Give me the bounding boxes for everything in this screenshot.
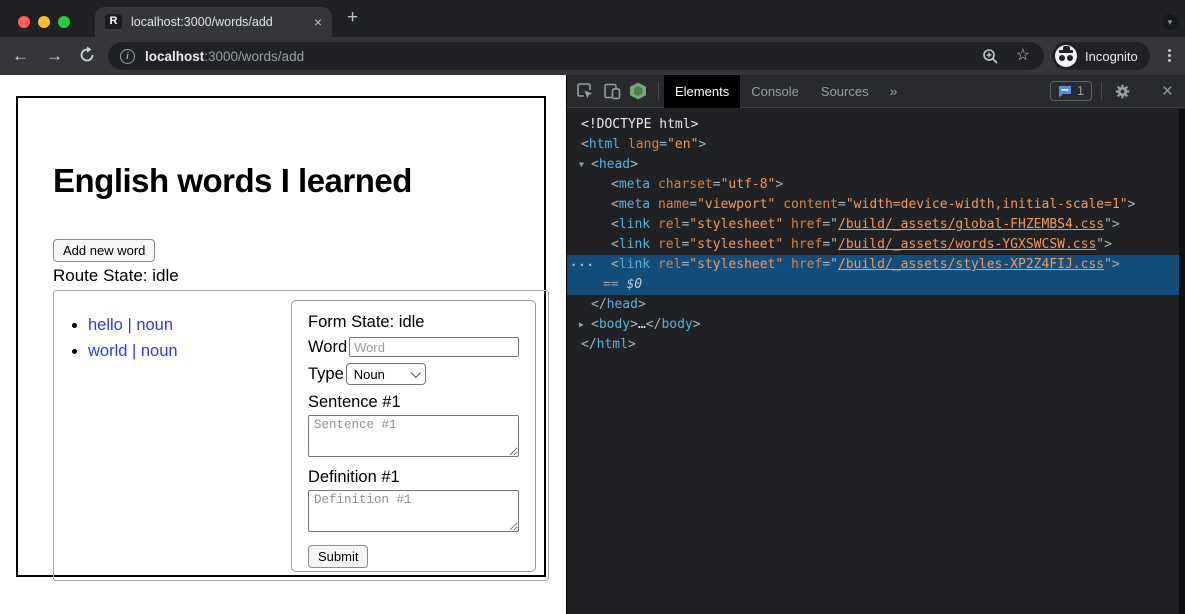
word-input[interactable] bbox=[349, 337, 519, 357]
zoom-icon[interactable] bbox=[982, 48, 999, 65]
message-bubble-icon bbox=[1058, 85, 1072, 98]
tab-close-icon[interactable]: × bbox=[314, 14, 322, 30]
refresh-button[interactable] bbox=[78, 46, 96, 69]
url-path: :3000/words/add bbox=[204, 49, 304, 64]
tab-sources[interactable]: Sources bbox=[810, 75, 880, 108]
address-bar[interactable]: i localhost:3000/words/add ☆ bbox=[108, 42, 1044, 70]
dom-line[interactable]: ▶<body>…</body> bbox=[567, 315, 1185, 335]
route-state-text: Route State: idle bbox=[53, 266, 179, 286]
tab-console[interactable]: Console bbox=[740, 75, 810, 108]
add-word-form: Form State: idle Word Type Noun Sentence… bbox=[291, 300, 536, 572]
dom-line[interactable]: <link rel="stylesheet" href="/build/_ass… bbox=[567, 215, 1185, 235]
window-zoom-button[interactable] bbox=[58, 16, 70, 28]
page-info-icon[interactable]: i bbox=[120, 49, 135, 64]
dom-line[interactable]: <link rel="stylesheet" href="/build/_ass… bbox=[567, 235, 1185, 255]
window-controls bbox=[18, 16, 70, 28]
incognito-badge: Incognito bbox=[1052, 42, 1150, 70]
submit-button[interactable]: Submit bbox=[308, 545, 368, 568]
definition-textarea[interactable] bbox=[308, 490, 519, 532]
devtools-scrollbar[interactable] bbox=[1179, 109, 1185, 614]
dom-tree: <!DOCTYPE html><html lang="en">▼<head><m… bbox=[567, 109, 1185, 614]
new-tab-button[interactable]: + bbox=[347, 8, 358, 28]
browser-tab[interactable]: R localhost:3000/words/add × bbox=[95, 7, 332, 37]
settings-gear-icon[interactable] bbox=[1114, 83, 1131, 100]
word-list: hello | noun world | noun bbox=[68, 312, 178, 364]
window-minimize-button[interactable] bbox=[38, 16, 50, 28]
bookmark-star-icon[interactable]: ☆ bbox=[1016, 48, 1030, 64]
chevron-down-icon bbox=[411, 368, 421, 378]
url-text[interactable]: localhost:3000/words/add bbox=[145, 49, 304, 64]
web-page: English words I learned Add new word Rou… bbox=[0, 75, 566, 614]
type-select-value: Noun bbox=[354, 367, 385, 382]
tab-strip: R localhost:3000/words/add × + ▾ bbox=[0, 0, 1185, 37]
dom-line[interactable]: </head> bbox=[567, 295, 1185, 315]
remix-favicon-icon: R bbox=[105, 14, 122, 31]
vue-devtools-extension-icon[interactable] bbox=[630, 83, 646, 100]
page-title: English words I learned bbox=[53, 162, 412, 200]
inspect-element-icon[interactable] bbox=[576, 82, 594, 100]
device-toolbar-icon[interactable] bbox=[603, 82, 621, 100]
type-select[interactable]: Noun bbox=[346, 363, 426, 385]
expand-arrow-icon[interactable]: ▼ bbox=[579, 155, 584, 175]
definition-label: Definition #1 bbox=[308, 468, 519, 487]
tab-elements[interactable]: Elements bbox=[664, 75, 740, 108]
browser-menu-icon[interactable] bbox=[1168, 49, 1171, 52]
sentence-textarea[interactable] bbox=[308, 415, 519, 457]
toolbar-divider bbox=[1101, 82, 1102, 100]
tab-search-button[interactable]: ▾ bbox=[1162, 14, 1178, 30]
incognito-label: Incognito bbox=[1085, 49, 1138, 64]
issues-badge[interactable]: 1 bbox=[1050, 81, 1092, 101]
dom-line[interactable]: <meta charset="utf-8"> bbox=[567, 175, 1185, 195]
devtools-panel: Elements Console Sources » 1 bbox=[566, 75, 1185, 614]
toolbar-divider bbox=[658, 82, 659, 100]
expand-arrow-icon[interactable]: ▶ bbox=[579, 315, 584, 335]
issues-count: 1 bbox=[1077, 84, 1084, 98]
dom-line[interactable]: <html lang="en"> bbox=[567, 135, 1185, 155]
devtools-toolbar: Elements Console Sources » 1 bbox=[567, 75, 1185, 108]
more-actions-icon[interactable]: ··· bbox=[570, 255, 595, 275]
incognito-spy-icon bbox=[1055, 45, 1077, 67]
dom-line[interactable]: == $0 bbox=[567, 275, 1185, 295]
form-state-text: Form State: idle bbox=[308, 312, 519, 333]
word-list-item: hello | noun bbox=[88, 312, 178, 338]
url-host: localhost bbox=[145, 49, 204, 64]
window-close-button[interactable] bbox=[18, 16, 30, 28]
word-link[interactable]: hello | noun bbox=[88, 316, 173, 334]
dom-line[interactable]: </html> bbox=[567, 335, 1185, 355]
tab-title: localhost:3000/words/add bbox=[131, 15, 308, 29]
add-new-word-button[interactable]: Add new word bbox=[53, 239, 155, 262]
back-button[interactable]: ← bbox=[12, 45, 29, 67]
sentence-label: Sentence #1 bbox=[308, 393, 519, 412]
dom-line[interactable]: ···<link rel="stylesheet" href="/build/_… bbox=[567, 255, 1185, 275]
word-list-item: world | noun bbox=[88, 338, 178, 364]
dom-line[interactable]: ▼<head> bbox=[567, 155, 1185, 175]
type-label: Type bbox=[308, 365, 344, 384]
dom-line[interactable]: <!DOCTYPE html> bbox=[567, 115, 1185, 135]
more-tabs-icon[interactable]: » bbox=[880, 83, 908, 99]
devtools-close-icon[interactable]: × bbox=[1162, 82, 1173, 101]
dom-line[interactable]: <meta name="viewport" content="width=dev… bbox=[567, 195, 1185, 215]
forward-button[interactable]: → bbox=[46, 45, 63, 67]
word-label: Word bbox=[308, 338, 347, 357]
browser-toolbar: ← → i localhost:3000/words/add ☆ Incog bbox=[0, 37, 1185, 75]
word-link[interactable]: world | noun bbox=[88, 342, 178, 360]
app-container: English words I learned Add new word Rou… bbox=[16, 96, 546, 577]
